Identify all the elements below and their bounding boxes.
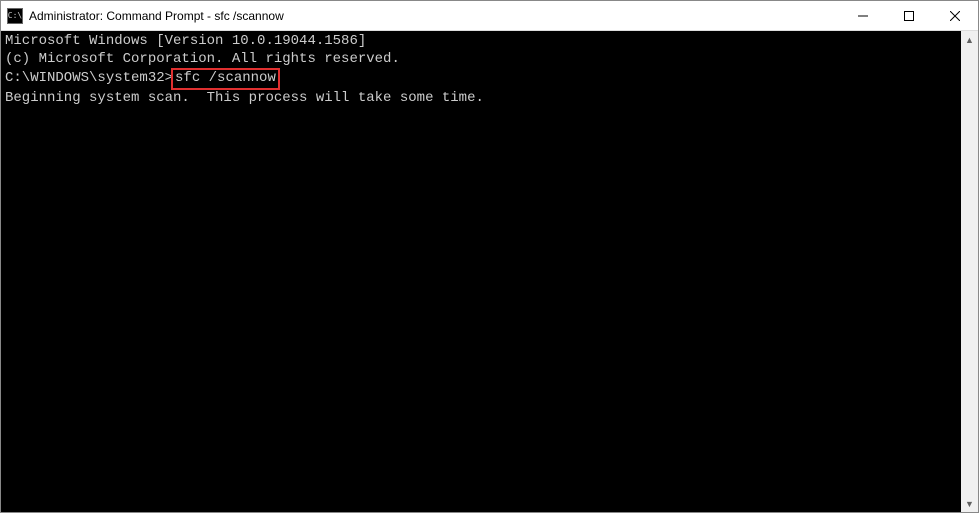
maximize-button[interactable] — [886, 1, 932, 30]
titlebar[interactable]: C:\ Administrator: Command Prompt - sfc … — [1, 1, 978, 31]
maximize-icon — [904, 11, 914, 21]
scroll-up-arrow-icon[interactable]: ▲ — [961, 31, 978, 48]
app-icon: C:\ — [7, 8, 23, 24]
window-title: Administrator: Command Prompt - sfc /sca… — [29, 9, 840, 23]
minimize-button[interactable] — [840, 1, 886, 30]
scroll-down-arrow-icon[interactable]: ▼ — [961, 495, 978, 512]
version-line: Microsoft Windows [Version 10.0.19044.15… — [5, 33, 957, 51]
terminal-wrapper: Microsoft Windows [Version 10.0.19044.15… — [1, 31, 978, 512]
status-line: Beginning system scan. This process will… — [5, 90, 957, 108]
minimize-icon — [858, 11, 868, 21]
command-line: C:\WINDOWS\system32>sfc /scannow — [5, 68, 957, 90]
close-button[interactable] — [932, 1, 978, 30]
vertical-scrollbar[interactable]: ▲ ▼ — [961, 31, 978, 512]
terminal-output[interactable]: Microsoft Windows [Version 10.0.19044.15… — [1, 31, 961, 512]
command-prompt-window: C:\ Administrator: Command Prompt - sfc … — [0, 0, 979, 513]
command-highlight: sfc /scannow — [171, 68, 280, 90]
close-icon — [950, 11, 960, 21]
prompt-text: C:\WINDOWS\system32> — [5, 70, 173, 86]
titlebar-controls — [840, 1, 978, 30]
scrollbar-track[interactable] — [961, 48, 978, 495]
copyright-line: (c) Microsoft Corporation. All rights re… — [5, 51, 957, 69]
